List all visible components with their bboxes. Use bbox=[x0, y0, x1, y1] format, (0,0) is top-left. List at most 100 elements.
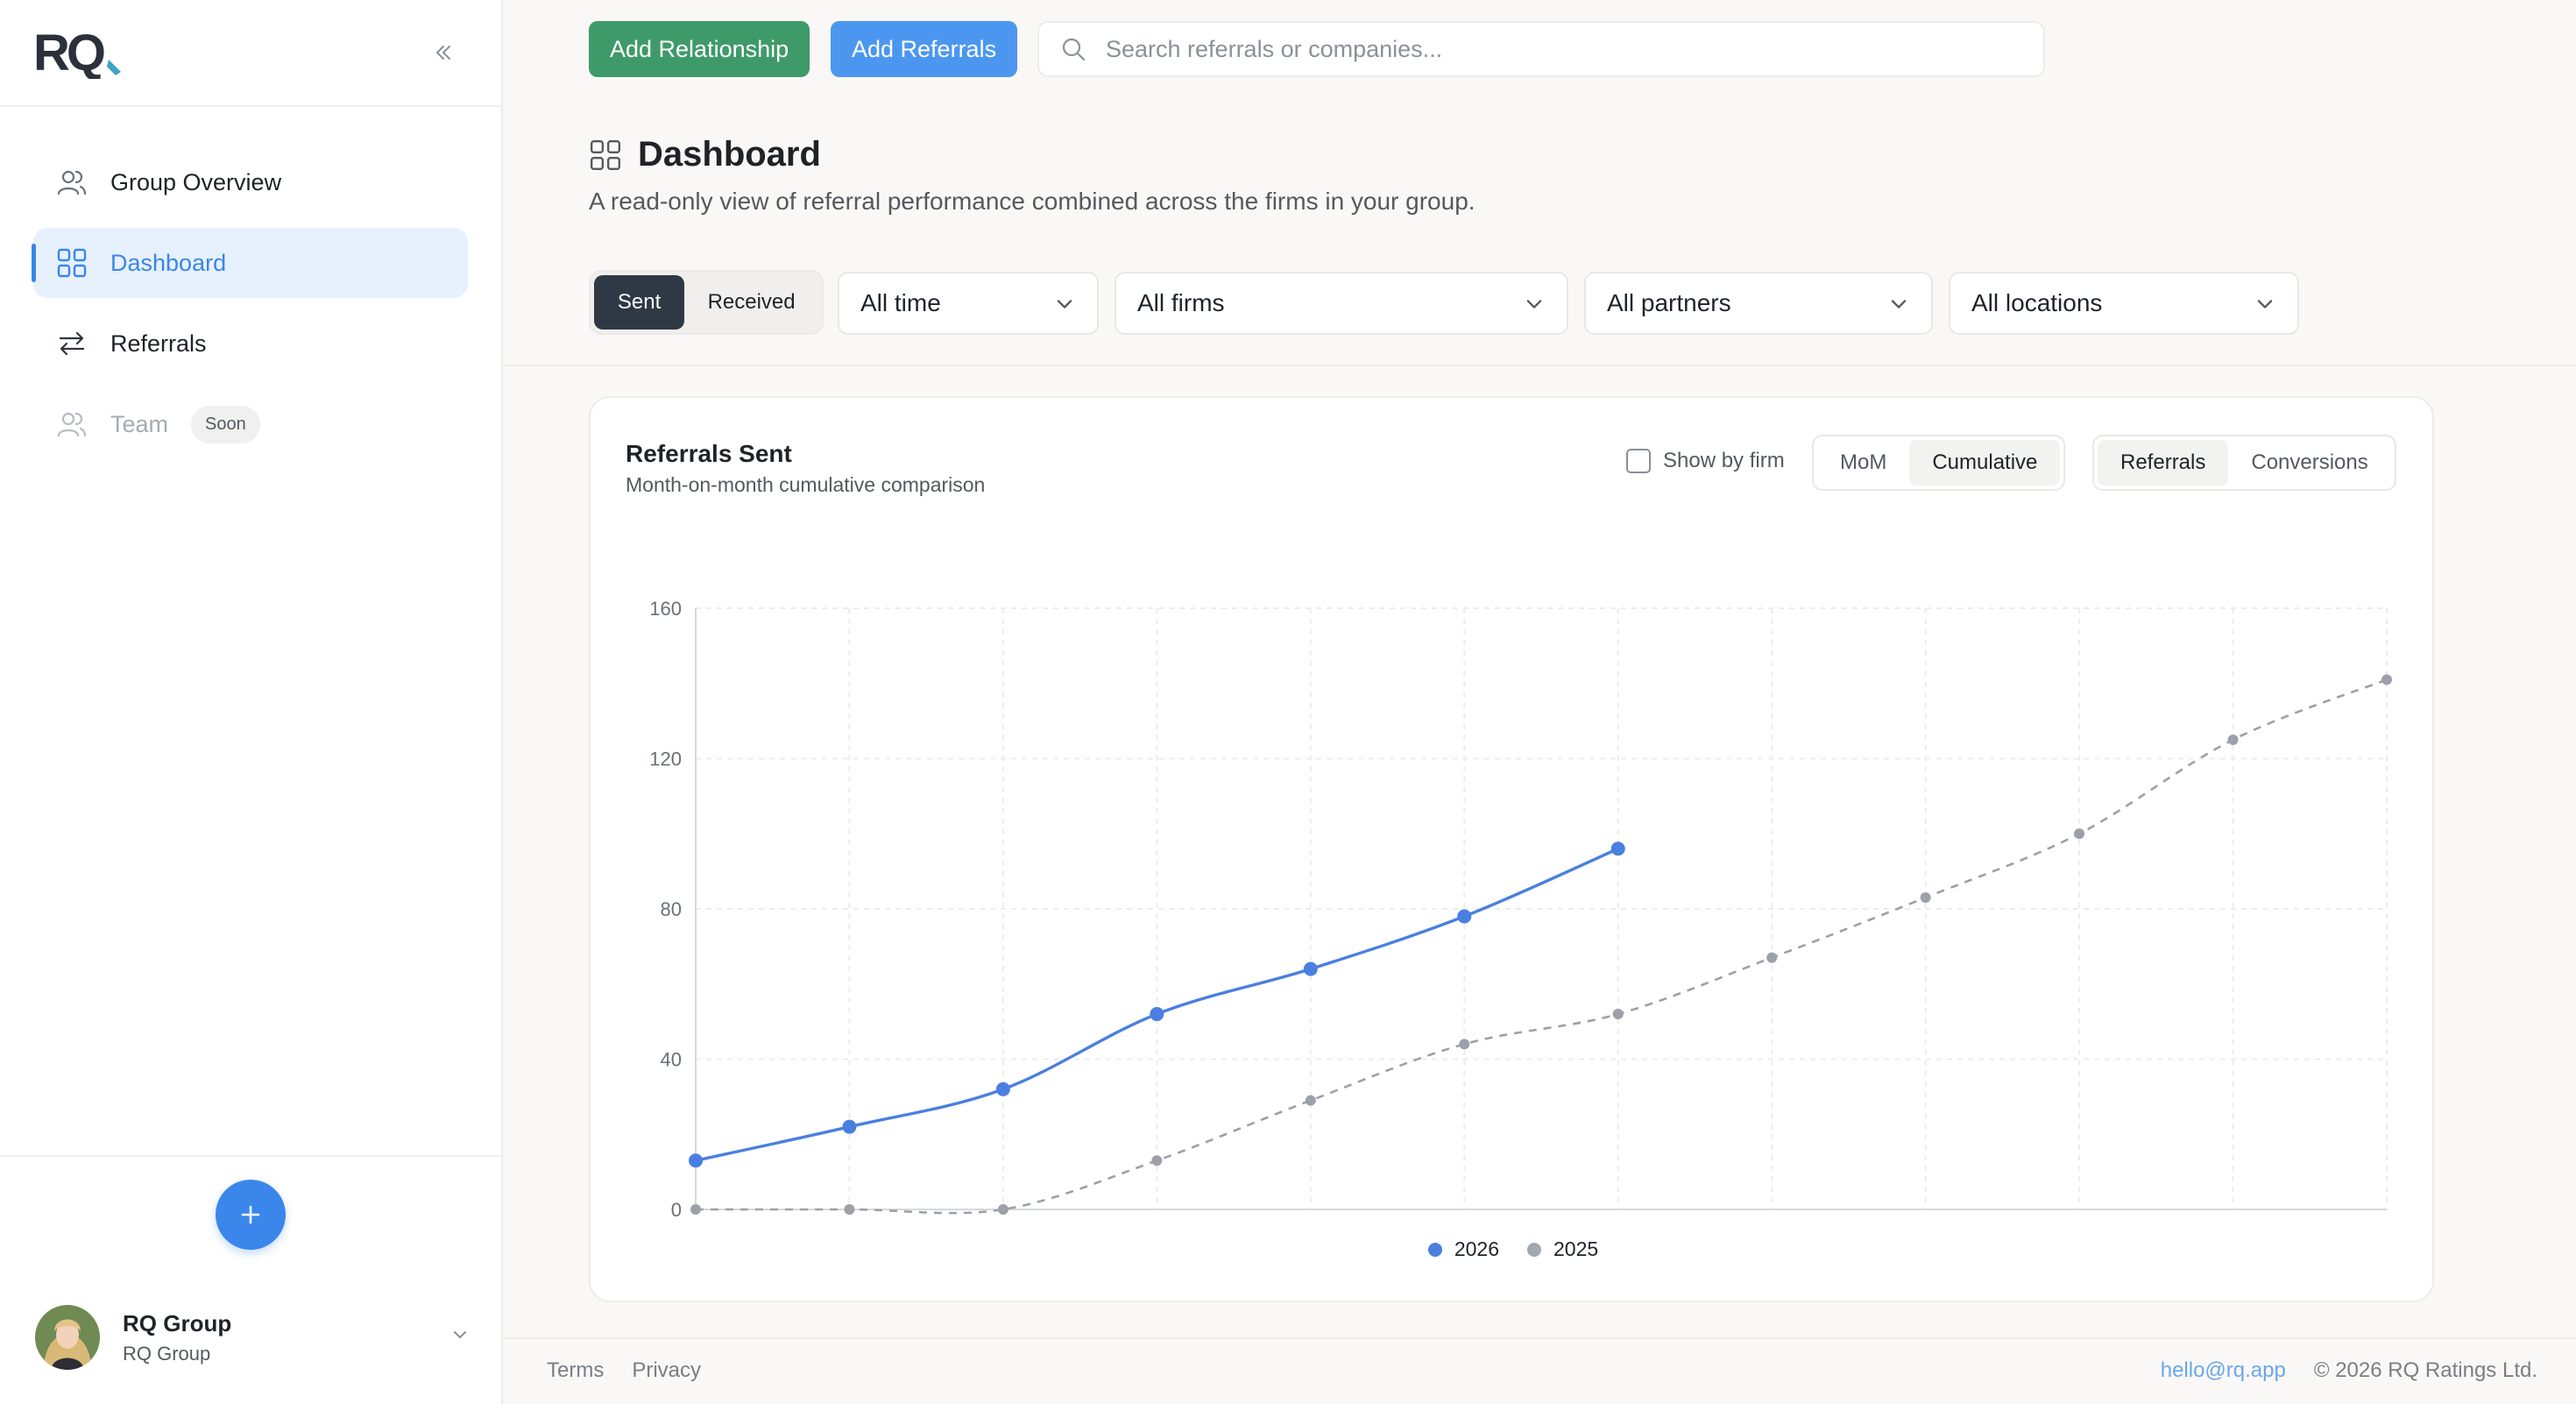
user-subtitle: RQ Group bbox=[123, 1342, 211, 1365]
footer-links: Terms Privacy bbox=[547, 1358, 729, 1383]
x-tick-label: Jul bbox=[1606, 1220, 1631, 1222]
data-point-2025 bbox=[1151, 1155, 1163, 1166]
search-bar bbox=[1037, 21, 2045, 77]
double-chevron-left-icon bbox=[436, 46, 450, 60]
conversions-toggle-button[interactable]: Conversions bbox=[2228, 440, 2390, 486]
data-point-2026 bbox=[1610, 841, 1625, 856]
sidebar-item-label: Dashboard bbox=[110, 249, 227, 276]
sent-toggle-button[interactable]: Sent bbox=[594, 275, 685, 330]
legend-label: 2026 bbox=[1454, 1237, 1499, 1260]
x-tick-label: May bbox=[1292, 1220, 1329, 1222]
arrows-swap-icon bbox=[56, 328, 88, 359]
mom-toggle-button[interactable]: MoM bbox=[1817, 440, 1909, 486]
firms-value: All firms bbox=[1137, 289, 1225, 316]
data-point-2025 bbox=[844, 1204, 855, 1215]
collapse-sidebar-button[interactable] bbox=[428, 37, 459, 68]
sidebar-nav: Group Overview Dashboard Referrals Team … bbox=[32, 147, 468, 470]
show-by-firm-label: Show by firm bbox=[1663, 449, 1785, 472]
legend-label: 2025 bbox=[1553, 1237, 1599, 1260]
data-point-2025 bbox=[2381, 674, 2392, 685]
partners-select[interactable]: All partners bbox=[1584, 272, 1933, 335]
series-line-2025 bbox=[696, 678, 2388, 1215]
data-point-2026 bbox=[995, 1081, 1010, 1096]
data-point-2025 bbox=[1305, 1095, 1316, 1106]
y-tick-label: 160 bbox=[649, 598, 682, 620]
logo-text: RQ bbox=[33, 26, 104, 79]
x-tick-label: Apr bbox=[1142, 1220, 1171, 1222]
soon-badge: Soon bbox=[191, 405, 260, 443]
data-point-2026 bbox=[1457, 909, 1472, 924]
x-tick-label: Mar bbox=[987, 1220, 1020, 1222]
add-new-button[interactable] bbox=[216, 1180, 286, 1250]
legend-item-2025[interactable]: 2025 bbox=[1527, 1237, 1598, 1261]
privacy-link[interactable]: Privacy bbox=[632, 1358, 701, 1383]
legend-item-2026[interactable]: 2026 bbox=[1427, 1237, 1499, 1261]
data-point-2025 bbox=[1612, 1009, 1624, 1020]
mode-toggle: MoM Cumulative bbox=[1812, 435, 2066, 491]
x-tick-label: Oct bbox=[2064, 1220, 2094, 1222]
x-tick-label: Sep bbox=[1908, 1220, 1943, 1222]
plus-icon bbox=[241, 1205, 260, 1224]
chevron-down-icon bbox=[454, 1331, 466, 1338]
x-tick-label: Nov bbox=[2216, 1220, 2250, 1222]
user-name: RQ Group bbox=[123, 1309, 232, 1337]
add-referrals-button[interactable]: Add Referrals bbox=[831, 21, 1018, 77]
referrals-toggle-button[interactable]: Referrals bbox=[2098, 440, 2229, 486]
x-tick-label: Feb bbox=[832, 1220, 866, 1222]
firms-select[interactable]: All firms bbox=[1115, 272, 1568, 335]
checkbox-box[interactable] bbox=[1626, 449, 1651, 473]
referrals-line-chart: 0 40 80 120 160 Jan Feb Mar Apr May Jun Jul Aug Sep Oc… bbox=[649, 598, 2403, 1222]
x-tick-label: Aug bbox=[1755, 1220, 1789, 1222]
sidebar-item-dashboard[interactable]: Dashboard bbox=[32, 228, 468, 298]
grid-icon bbox=[56, 247, 88, 279]
footer-divider bbox=[503, 1337, 2576, 1339]
sidebar-item-label: Referrals bbox=[110, 330, 207, 357]
search-input[interactable] bbox=[1106, 35, 1982, 63]
data-point-2026 bbox=[1303, 961, 1318, 976]
received-toggle-button[interactable]: Received bbox=[684, 275, 818, 330]
terms-link[interactable]: Terms bbox=[547, 1358, 604, 1383]
cumulative-toggle-button[interactable]: Cumulative bbox=[1909, 440, 2061, 486]
data-point-2025 bbox=[1459, 1039, 1470, 1050]
card-subtitle: Month-on-month cumulative comparison bbox=[626, 473, 986, 496]
sidebar-item-label: Team bbox=[110, 410, 169, 437]
partners-value: All partners bbox=[1607, 289, 1731, 316]
chevron-down-icon bbox=[1891, 300, 1907, 308]
sidebar-item-group-overview[interactable]: Group Overview bbox=[33, 147, 468, 217]
referrals-chart-card: Referrals Sent Month-on-month cumulative… bbox=[589, 396, 2434, 1302]
show-by-firm-checkbox[interactable]: Show by firm bbox=[1626, 449, 1785, 473]
users-icon bbox=[56, 167, 88, 198]
add-relationship-button[interactable]: Add Relationship bbox=[589, 21, 810, 77]
time-range-select[interactable]: All time bbox=[838, 272, 1099, 335]
legend-dot bbox=[1527, 1242, 1541, 1257]
locations-select[interactable]: All locations bbox=[1949, 272, 2299, 335]
data-point-2025 bbox=[997, 1204, 1008, 1215]
page-subtitle: A read-only view of referral performance… bbox=[589, 188, 1476, 215]
chart-legend: 2026 2025 bbox=[591, 1237, 2436, 1261]
sidebar-item-label: Group Overview bbox=[110, 168, 282, 195]
y-tick-label: 120 bbox=[649, 748, 682, 770]
page-header: Dashboard bbox=[589, 135, 821, 174]
sidebar: RQ Group Overview Dashboard Referrals Te… bbox=[0, 0, 503, 1404]
data-point-2026 bbox=[1150, 1007, 1164, 1022]
avatar bbox=[35, 1305, 100, 1370]
page-title: Dashboard bbox=[638, 135, 821, 174]
chevron-down-icon bbox=[1057, 300, 1072, 308]
data-point-2026 bbox=[689, 1153, 703, 1168]
y-tick-label: 80 bbox=[661, 898, 682, 920]
data-point-2025 bbox=[2227, 734, 2239, 746]
filter-bar: Sent Received All time All firms All par… bbox=[589, 270, 2576, 337]
sidebar-item-referrals[interactable]: Referrals bbox=[33, 308, 468, 379]
sidebar-footer: RQ Group RQ Group bbox=[0, 1155, 501, 1404]
rq-logo[interactable]: RQ bbox=[33, 26, 130, 79]
contact-email-link[interactable]: hello@rq.app bbox=[2161, 1358, 2286, 1383]
section-divider bbox=[503, 365, 2576, 366]
x-tick-label: Jan bbox=[680, 1220, 711, 1222]
metric-toggle: Referrals Conversions bbox=[2092, 435, 2396, 491]
footer-info: hello@rq.app © 2026 RQ Ratings Ltd. bbox=[2161, 1358, 2537, 1383]
sidebar-item-team: Team Soon bbox=[33, 389, 468, 459]
users-icon bbox=[56, 408, 88, 440]
data-point-2025 bbox=[2074, 828, 2085, 840]
main-content: Add Relationship Add Referrals Dashboard… bbox=[503, 0, 2576, 1404]
user-menu[interactable]: RQ Group RQ Group bbox=[35, 1302, 473, 1372]
